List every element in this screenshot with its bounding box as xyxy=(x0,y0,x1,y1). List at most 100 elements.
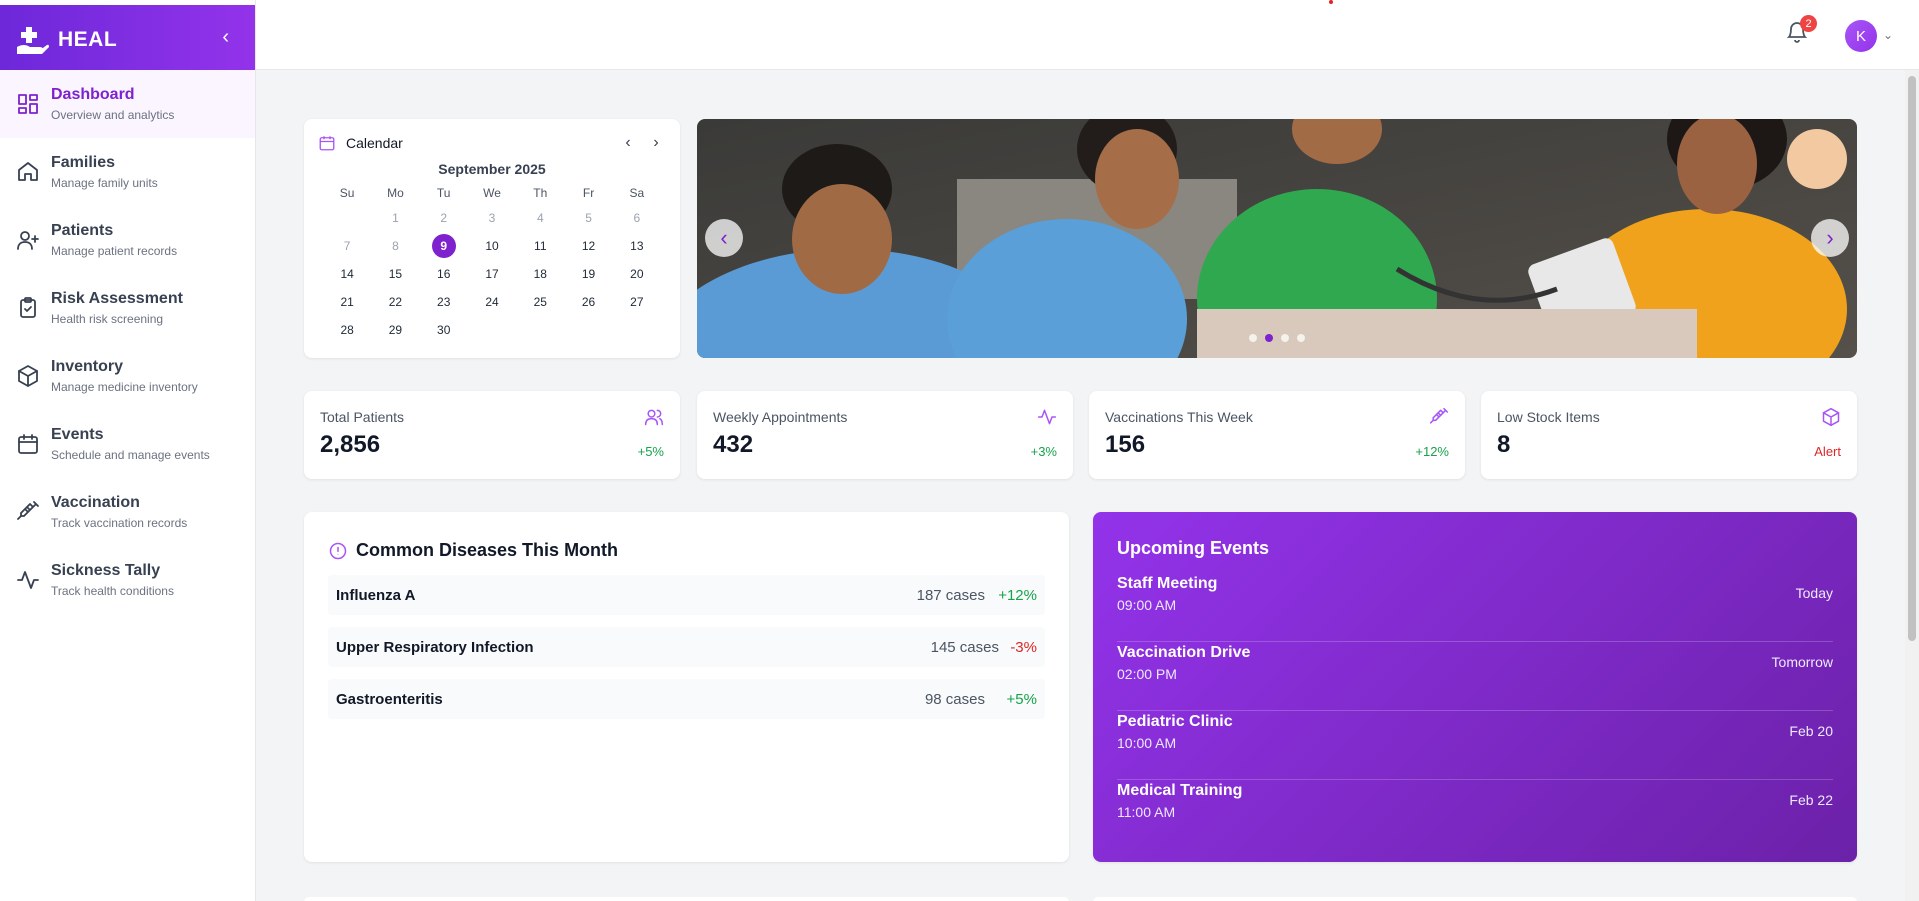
calendar-widget: Calendar ‹ › September 2025 Su Mo Tu We Th Fr… xyxy=(304,119,680,358)
calendar-day[interactable]: 7 xyxy=(323,232,371,260)
event-name: Medical Training xyxy=(1117,782,1243,799)
event-item[interactable]: Vaccination Drive 02:00 PM Tomorrow xyxy=(1117,642,1833,711)
calendar-day[interactable]: 8 xyxy=(371,232,419,260)
sidebar-nav: Dashboard Overview and analytics Families… xyxy=(0,70,255,614)
calendar-day[interactable]: 27 xyxy=(613,288,661,316)
stat-value: 2,856 xyxy=(320,431,381,458)
calendar-day[interactable]: 13 xyxy=(613,232,661,260)
calendar-day-selected[interactable]: 9 xyxy=(420,232,468,260)
carousel-dot[interactable] xyxy=(1297,334,1305,342)
sidebar-item-patients[interactable]: Patients Manage patient records xyxy=(0,206,255,274)
previous-month-button[interactable]: ‹ xyxy=(618,134,638,152)
sidebar: HEAL ‹ Dashboard Overview and analytics F… xyxy=(0,0,256,901)
calendar-day[interactable]: 22 xyxy=(371,288,419,316)
calendar-day[interactable]: 24 xyxy=(468,288,516,316)
event-name: Staff Meeting xyxy=(1117,575,1218,592)
stat-card-vaccinations: Vaccinations This Week 156 +12% xyxy=(1089,391,1465,479)
calendar-day[interactable]: 28 xyxy=(323,316,371,344)
event-item[interactable]: Staff Meeting 09:00 AM Today xyxy=(1117,573,1833,642)
indicator-dot xyxy=(1329,0,1333,4)
carousel-previous-button[interactable]: ‹ xyxy=(705,219,743,257)
user-plus-icon xyxy=(15,227,41,253)
disease-cases: 98 cases xyxy=(924,690,985,708)
scrollbar-thumb[interactable] xyxy=(1908,76,1916,641)
calendar-day[interactable]: 18 xyxy=(516,260,564,288)
event-item[interactable]: Medical Training 11:00 AM Feb 22 xyxy=(1117,780,1833,849)
calendar-day[interactable]: 5 xyxy=(564,204,612,232)
next-month-button[interactable]: › xyxy=(646,134,666,152)
carousel-next-button[interactable]: › xyxy=(1811,219,1849,257)
calendar-day[interactable]: 2 xyxy=(420,204,468,232)
chevron-down-icon[interactable]: ⌄ xyxy=(1883,28,1893,42)
upcoming-events-card: Upcoming Events Staff Meeting 09:00 AM To… xyxy=(1093,512,1857,862)
calendar-empty-cell xyxy=(323,204,371,232)
notifications-button[interactable]: 2 xyxy=(1785,15,1817,48)
calendar-day[interactable]: 11 xyxy=(516,232,564,260)
carousel-dot[interactable] xyxy=(1265,334,1273,342)
sidebar-item-subtitle: Manage medicine inventory xyxy=(51,380,198,394)
calendar-day[interactable]: 19 xyxy=(564,260,612,288)
disease-change: -3% xyxy=(1010,638,1037,656)
carousel-indicators xyxy=(1249,334,1305,342)
sidebar-item-label: Sickness Tally xyxy=(51,562,161,579)
calendar-day[interactable]: 6 xyxy=(613,204,661,232)
calendar-day[interactable]: 25 xyxy=(516,288,564,316)
sidebar-item-vaccination[interactable]: Vaccination Track vaccination records xyxy=(0,478,255,546)
clipboard-check-icon xyxy=(15,295,41,321)
disease-cases: 145 cases xyxy=(930,638,999,656)
sidebar-item-subtitle: Track vaccination records xyxy=(51,516,188,530)
card-stub xyxy=(1093,897,1857,901)
calendar-day[interactable]: 26 xyxy=(564,288,612,316)
users-icon xyxy=(644,407,664,432)
sidebar-item-subtitle: Manage family units xyxy=(51,176,158,190)
stat-value: 432 xyxy=(713,431,754,458)
sidebar-item-risk-assessment[interactable]: Risk Assessment Health risk screening xyxy=(0,274,255,342)
calendar-day[interactable]: 23 xyxy=(420,288,468,316)
stat-card-weekly-appointments: Weekly Appointments 432 +3% xyxy=(697,391,1073,479)
event-item[interactable]: Pediatric Clinic 10:00 AM Feb 20 xyxy=(1117,711,1833,780)
calendar-day[interactable]: 15 xyxy=(371,260,419,288)
calendar-day[interactable]: 4 xyxy=(516,204,564,232)
calendar-day[interactable]: 17 xyxy=(468,260,516,288)
carousel-dot[interactable] xyxy=(1249,334,1257,342)
carousel-photo xyxy=(697,119,1857,358)
image-carousel: ‹ › xyxy=(697,119,1857,358)
calendar-day[interactable]: 12 xyxy=(564,232,612,260)
stat-change: +12% xyxy=(1415,444,1449,459)
event-date: Feb 20 xyxy=(1789,723,1833,739)
sidebar-item-dashboard[interactable]: Dashboard Overview and analytics xyxy=(0,70,255,138)
calendar-day[interactable]: 16 xyxy=(420,260,468,288)
collapse-sidebar-button[interactable]: ‹ xyxy=(222,27,229,47)
calendar-day[interactable]: 30 xyxy=(420,316,468,344)
brand-header: HEAL ‹ xyxy=(0,5,255,75)
sidebar-item-inventory[interactable]: Inventory Manage medicine inventory xyxy=(0,342,255,410)
sidebar-item-events[interactable]: Events Schedule and manage events xyxy=(0,410,255,478)
alert-circle-icon xyxy=(329,542,347,559)
stat-alert: Alert xyxy=(1814,444,1841,459)
disease-change: +5% xyxy=(1006,690,1037,708)
calendar-day[interactable]: 1 xyxy=(371,204,419,232)
stat-change: +3% xyxy=(1030,444,1057,459)
carousel-dot[interactable] xyxy=(1281,334,1289,342)
calendar-day[interactable]: 10 xyxy=(468,232,516,260)
event-date: Today xyxy=(1795,585,1833,601)
sidebar-item-families[interactable]: Families Manage family units xyxy=(0,138,255,206)
package-icon xyxy=(15,363,41,389)
sidebar-item-subtitle: Health risk screening xyxy=(51,312,164,326)
sidebar-item-sickness-tally[interactable]: Sickness Tally Track health conditions xyxy=(0,546,255,614)
calendar-day[interactable]: 14 xyxy=(323,260,371,288)
common-diseases-card: Common Diseases This Month Influenza A 1… xyxy=(304,512,1069,862)
disease-change: +12% xyxy=(998,586,1037,604)
scrollbar[interactable] xyxy=(1905,70,1919,901)
event-name: Vaccination Drive xyxy=(1117,644,1251,661)
calendar-day[interactable]: 20 xyxy=(613,260,661,288)
calendar-day[interactable]: 29 xyxy=(371,316,419,344)
user-avatar[interactable]: K xyxy=(1845,20,1877,52)
syringe-icon xyxy=(1429,407,1449,432)
calendar-day[interactable]: 21 xyxy=(323,288,371,316)
calendar-day[interactable]: 3 xyxy=(468,204,516,232)
calendar-day-number: 9 xyxy=(431,234,456,258)
sidebar-item-subtitle: Overview and analytics xyxy=(51,108,175,122)
weekday-label: We xyxy=(483,186,501,200)
brand-name: HEAL xyxy=(58,28,118,51)
